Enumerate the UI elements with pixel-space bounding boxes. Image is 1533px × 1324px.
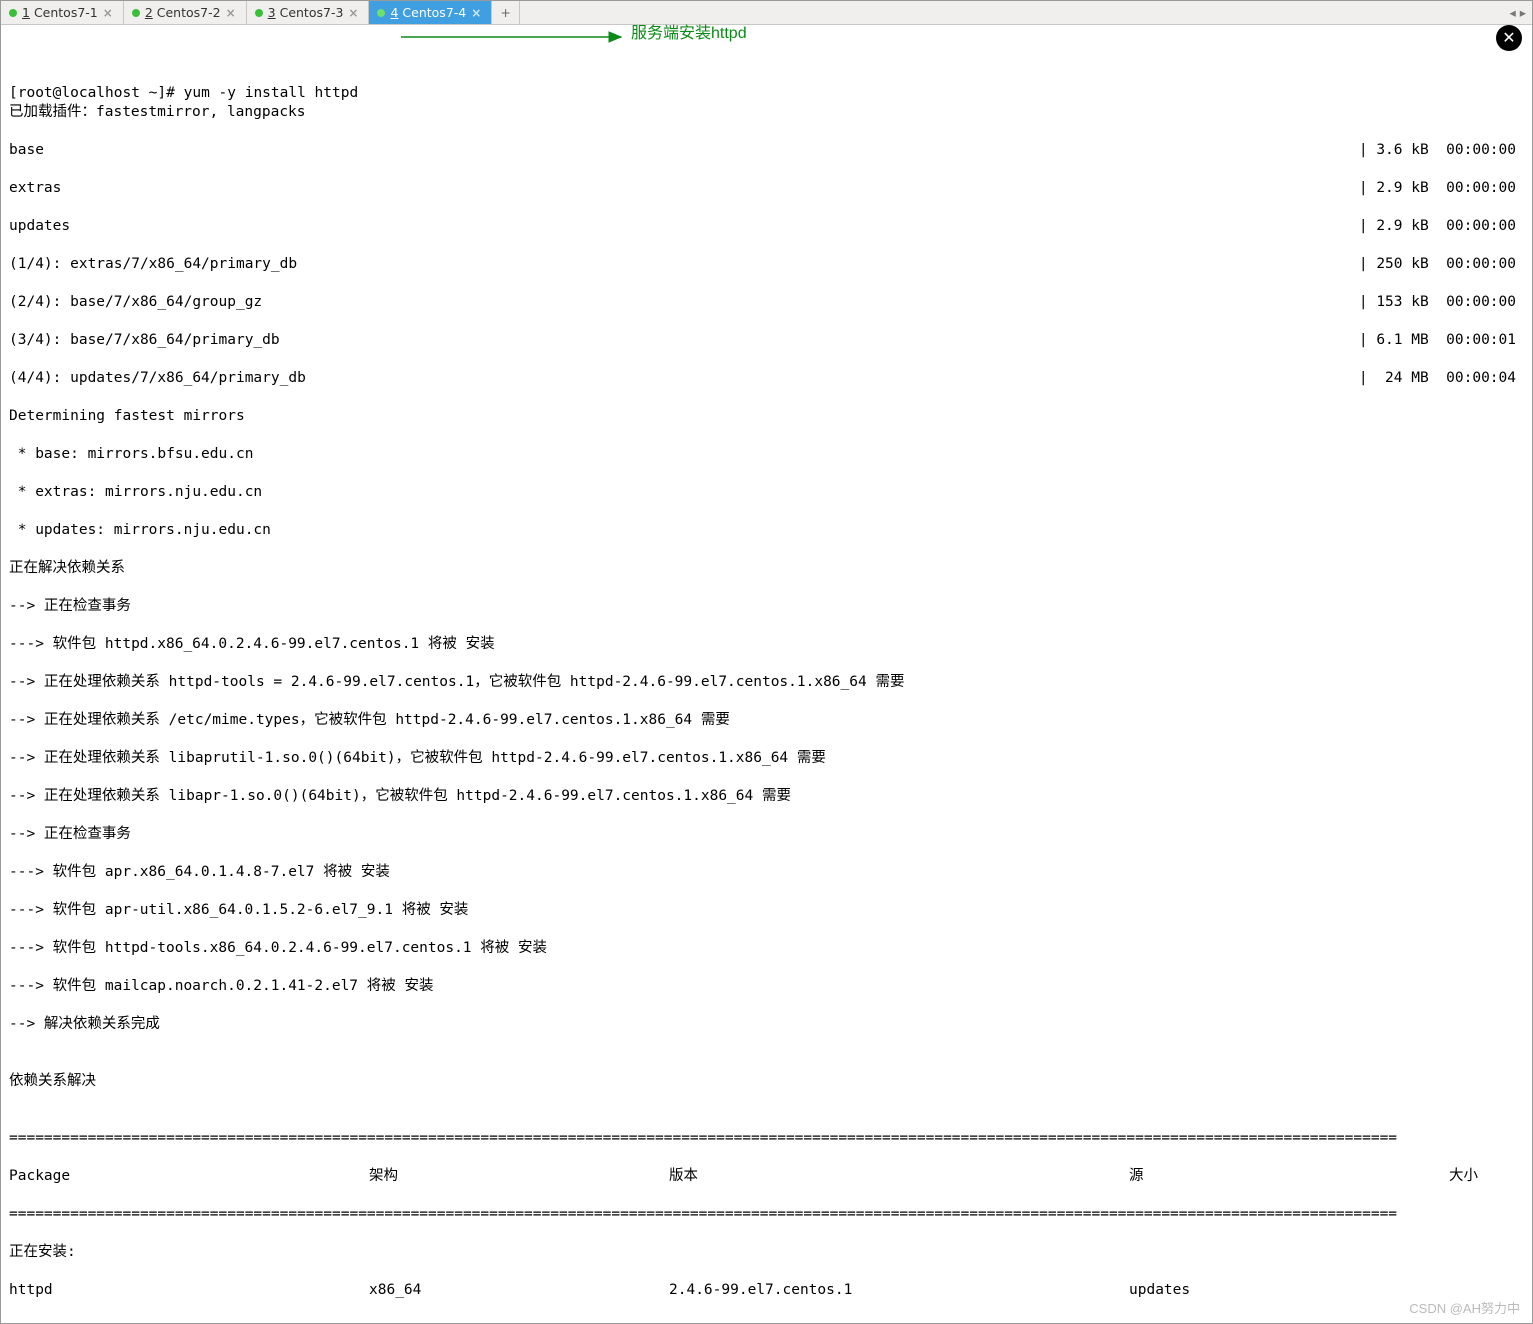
divider-line: ========================================…: [9, 1129, 1524, 1148]
dep-line: ---> 软件包 httpd-tools.x86_64.0.2.4.6-99.e…: [9, 939, 1524, 958]
dep-line: --> 正在处理依赖关系 libapr-1.so.0()(64bit)，它被软件…: [9, 787, 1524, 806]
close-icon[interactable]: ×: [348, 6, 358, 20]
close-icon[interactable]: ×: [226, 6, 236, 20]
dep-line: --> 正在处理依赖关系 httpd-tools = 2.4.6-99.el7.…: [9, 673, 1524, 692]
plugins-line: 已加载插件：fastestmirror, langpacks: [9, 103, 1524, 122]
table-header: Package架构版本源大小: [9, 1167, 1524, 1186]
terminal-output[interactable]: 服务端安装httpd [root@localhost ~]# yum -y in…: [1, 25, 1532, 1323]
dep-line: ---> 软件包 mailcap.noarch.0.2.1.41-2.el7 将…: [9, 977, 1524, 996]
repo-row: (2/4): base/7/x86_64/group_gz| 153 kB 00…: [9, 293, 1524, 312]
mirror-line: Determining fastest mirrors: [9, 407, 1524, 426]
dep-line: --> 解决依赖关系完成: [9, 1015, 1524, 1034]
divider-line: ========================================…: [9, 1205, 1524, 1224]
dep-line: 依赖关系解决: [9, 1072, 1524, 1091]
repo-row: (1/4): extras/7/x86_64/primary_db| 250 k…: [9, 255, 1524, 274]
status-dot-icon: [132, 9, 140, 17]
tab-label: Centos7-1: [34, 5, 98, 20]
dep-line: ---> 软件包 apr-util.x86_64.0.1.5.2-6.el7_9…: [9, 901, 1524, 920]
dep-line: --> 正在处理依赖关系 /etc/mime.types，它被软件包 httpd…: [9, 711, 1524, 730]
dep-line: ---> 软件包 httpd.x86_64.0.2.4.6-99.el7.cen…: [9, 635, 1524, 654]
tab-num: 3: [268, 5, 276, 20]
tab-centos7-2[interactable]: 2 Centos7-2 ×: [124, 1, 247, 24]
chevron-right-icon[interactable]: ▸: [1520, 5, 1526, 20]
tab-label: Centos7-3: [280, 5, 344, 20]
tab-centos7-4[interactable]: 4 Centos7-4 ×: [369, 1, 492, 24]
new-tab-button[interactable]: +: [492, 1, 519, 24]
close-icon[interactable]: ×: [471, 6, 481, 20]
tab-bar: 1 Centos7-1 × 2 Centos7-2 × 3 Centos7-3 …: [1, 1, 1532, 25]
watermark-text: CSDN @AH努力中: [1409, 1298, 1520, 1317]
dep-line: --> 正在检查事务: [9, 825, 1524, 844]
mirror-line: * extras: mirrors.nju.edu.cn: [9, 483, 1524, 502]
tab-label: Centos7-4: [402, 5, 466, 20]
installing-label: 正在安装:: [9, 1243, 1524, 1262]
prompt: [root@localhost ~]#: [9, 85, 184, 101]
tab-label: Centos7-2: [157, 5, 221, 20]
repo-row: (3/4): base/7/x86_64/primary_db| 6.1 MB …: [9, 331, 1524, 350]
dep-line: --> 正在处理依赖关系 libaprutil-1.so.0()(64bit)，…: [9, 749, 1524, 768]
dep-line: --> 正在检查事务: [9, 597, 1524, 616]
repo-row: base| 3.6 kB 00:00:00: [9, 141, 1524, 160]
repo-row: updates| 2.9 kB 00:00:00: [9, 217, 1524, 236]
install-row: httpdx86_642.4.6-99.el7.centos.1updates: [9, 1281, 1524, 1300]
mirror-line: * updates: mirrors.nju.edu.cn: [9, 521, 1524, 540]
tab-nav: ◂ ▸: [1503, 1, 1532, 24]
mirror-line: * base: mirrors.bfsu.edu.cn: [9, 445, 1524, 464]
dep-line: 正在解决依赖关系: [9, 559, 1524, 578]
repo-row: (4/4): updates/7/x86_64/primary_db| 24 M…: [9, 369, 1524, 388]
close-icon[interactable]: ×: [103, 6, 113, 20]
tab-centos7-1[interactable]: 1 Centos7-1 ×: [1, 1, 124, 24]
annotation-text: 服务端安装httpd: [631, 24, 747, 43]
tab-num: 1: [22, 5, 30, 20]
dep-line: ---> 软件包 apr.x86_64.0.1.4.8-7.el7 将被 安装: [9, 863, 1524, 882]
command-text: yum -y install httpd: [184, 85, 359, 101]
repo-row: extras| 2.9 kB 00:00:00: [9, 179, 1524, 198]
tab-num: 2: [145, 5, 153, 20]
status-dot-icon: [255, 9, 263, 17]
chevron-left-icon[interactable]: ◂: [1509, 5, 1515, 20]
tab-centos7-3[interactable]: 3 Centos7-3 ×: [247, 1, 370, 24]
tab-num: 4: [390, 5, 398, 20]
status-dot-icon: [9, 9, 17, 17]
status-dot-icon: [377, 9, 385, 17]
